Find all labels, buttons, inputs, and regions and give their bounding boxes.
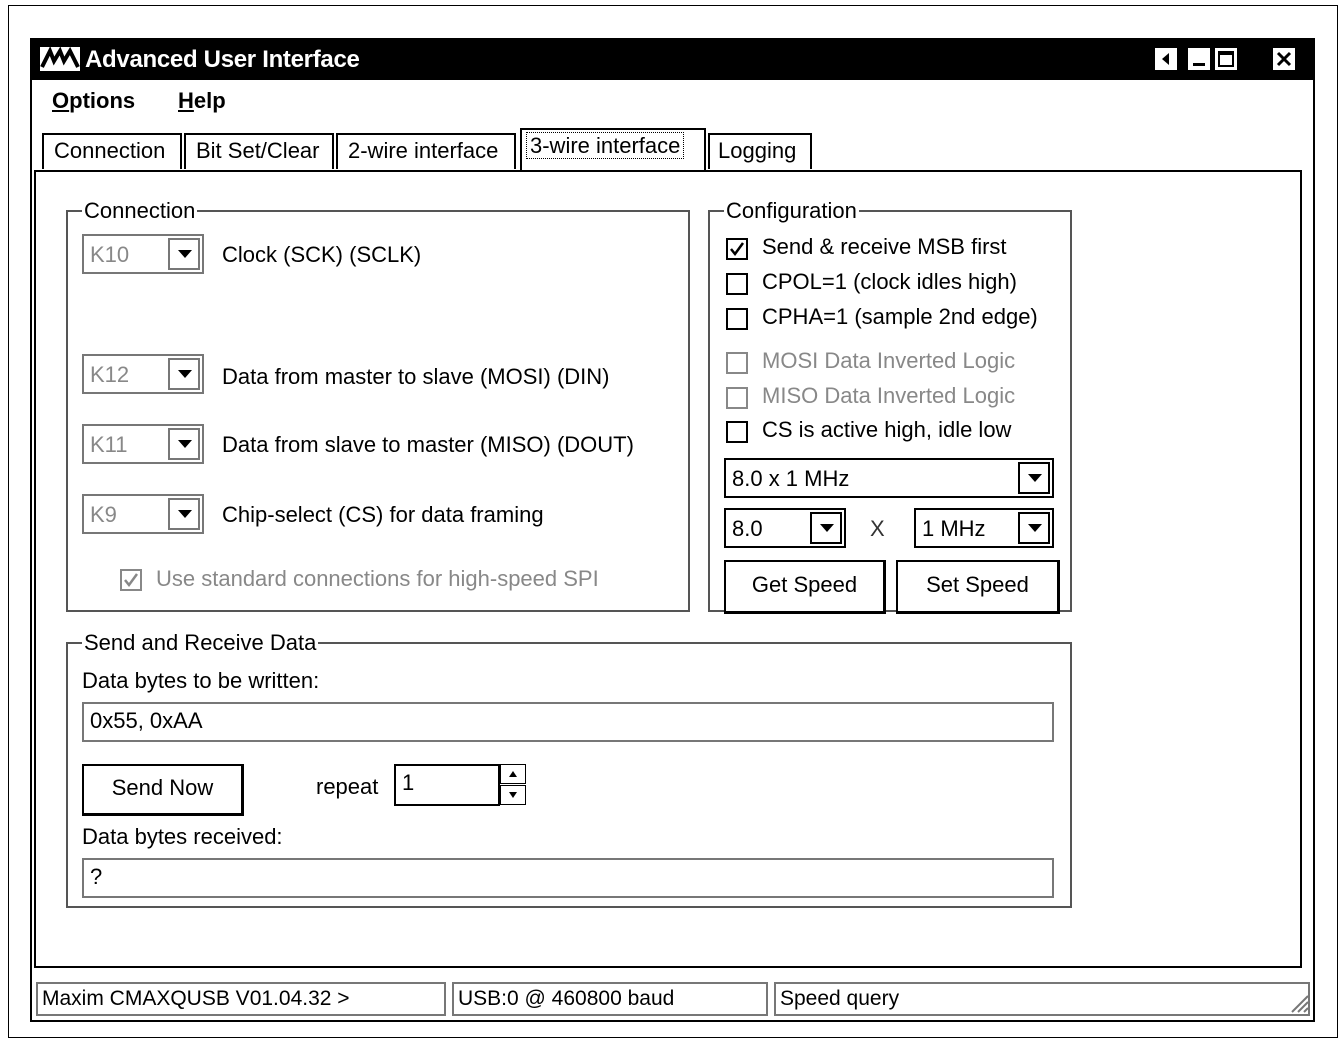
chevron-down-icon [1018, 462, 1050, 494]
send-now-button[interactable]: Send Now [82, 764, 244, 816]
cs-pin-value: K9 [90, 502, 117, 527]
resize-grip-icon[interactable] [1288, 992, 1310, 1014]
msb-first-checkbox[interactable] [726, 238, 748, 260]
menu-options-accel: O [52, 88, 70, 113]
minimize-button[interactable] [1187, 47, 1211, 71]
close-button[interactable] [1272, 47, 1296, 71]
chevron-down-icon [168, 498, 200, 530]
left-arrow-icon [1162, 53, 1169, 65]
chevron-down-icon [168, 428, 200, 460]
mosi-pin-value: K12 [90, 362, 130, 387]
send-receive-group: Send and Receive Data Data bytes to be w… [66, 630, 1072, 908]
multiplier-select[interactable]: 8.0 [724, 508, 846, 548]
tab-3-wire-interface[interactable]: 3-wire interface [520, 128, 706, 171]
clock-pin-select[interactable]: K10 [82, 234, 204, 274]
miso-inverted-checkbox[interactable] [726, 387, 748, 409]
minimize-icon [1193, 63, 1205, 66]
connection-group-title: Connection [82, 198, 198, 224]
mosi-inverted-label: MOSI Data Inverted Logic [762, 348, 1016, 373]
send-receive-group-title: Send and Receive Data [82, 630, 319, 656]
miso-pin-label: Data from slave to master (MISO) (DOUT) [222, 432, 634, 457]
mosi-inverted-checkbox[interactable] [726, 352, 748, 374]
cpha-checkbox[interactable] [726, 308, 748, 330]
get-speed-button[interactable]: Get Speed [724, 560, 886, 614]
base-frequency-value: 1 MHz [922, 516, 986, 541]
received-data-label: Data bytes received: [82, 824, 283, 849]
menu-help[interactable]: Help [178, 88, 226, 114]
menu-help-label: elp [193, 88, 226, 113]
multiplier-value: 8.0 [732, 516, 763, 541]
window-title: Advanced User Interface [85, 46, 360, 73]
status-port: USB:0 @ 460800 baud [452, 982, 768, 1016]
repeat-input[interactable]: 1 [394, 764, 500, 806]
cpol-checkbox[interactable] [726, 273, 748, 295]
menu-bar: Options Help [32, 82, 1313, 114]
standard-connections-label: Use standard connections for high-speed … [156, 566, 599, 591]
tab-label: Logging [718, 138, 797, 163]
miso-pin-value: K11 [90, 432, 128, 457]
close-icon [1276, 51, 1292, 67]
tab-logging[interactable]: Logging [708, 133, 812, 169]
standard-connections-checkbox[interactable] [120, 569, 142, 591]
restore-arrow-button[interactable] [1154, 47, 1178, 71]
repeat-label: repeat [316, 774, 379, 799]
mosi-pin-select[interactable]: K12 [82, 354, 204, 394]
chevron-down-icon [168, 238, 200, 270]
tab-bit-set-clear[interactable]: Bit Set/Clear [184, 133, 334, 169]
tab-label: Connection [54, 138, 166, 163]
maximize-icon [1218, 51, 1234, 67]
configuration-group-title: Configuration [724, 198, 859, 224]
tab-label: Bit Set/Clear [196, 138, 320, 163]
spin-up-icon [509, 771, 517, 777]
menu-options-label: ptions [69, 88, 136, 113]
tab-strip: Connection Bit Set/Clear 2-wire interfac… [32, 128, 1313, 172]
configuration-group: Configuration Send & receive MSB first C… [708, 198, 1072, 614]
speed-select[interactable]: 8.0 x 1 MHz [724, 458, 1054, 498]
cpha-label: CPHA=1 (sample 2nd edge) [762, 304, 1038, 329]
cs-pin-select[interactable]: K9 [82, 494, 204, 534]
miso-pin-select[interactable]: K11 [82, 424, 204, 464]
repeat-spinner [500, 764, 526, 806]
base-frequency-select[interactable]: 1 MHz [914, 508, 1054, 548]
tab-panel-3-wire: Connection K10 Clock (SCK) (SCLK) K12 Da… [34, 170, 1302, 968]
app-window: Advanced User Interface Options Help Con… [30, 38, 1315, 1022]
tab-label: 3-wire interface [526, 132, 685, 159]
miso-inverted-label: MISO Data Inverted Logic [762, 383, 1016, 408]
menu-options[interactable]: Options [52, 88, 135, 114]
cs-active-high-checkbox[interactable] [726, 421, 748, 443]
chevron-down-icon [168, 358, 200, 390]
msb-first-label: Send & receive MSB first [762, 234, 1007, 259]
maxim-logo-icon [40, 47, 80, 71]
tab-2-wire-interface[interactable]: 2-wire interface [336, 133, 516, 169]
clock-pin-value: K10 [90, 242, 130, 267]
spinner-down-button[interactable] [500, 785, 526, 805]
times-sign: X [870, 516, 885, 541]
received-data-output: ? [82, 858, 1054, 898]
checkmark-icon [124, 573, 139, 588]
speed-select-value: 8.0 x 1 MHz [732, 466, 850, 491]
checkmark-icon [730, 242, 745, 257]
chevron-down-icon [810, 512, 842, 544]
cs-pin-label: Chip-select (CS) for data framing [222, 502, 544, 527]
tab-label: 2-wire interface [348, 138, 499, 163]
status-message: Speed query [774, 982, 1310, 1016]
cpol-label: CPOL=1 (clock idles high) [762, 269, 1017, 294]
mosi-pin-label: Data from master to slave (MOSI) (DIN) [222, 364, 610, 389]
status-device: Maxim CMAXQUSB V01.04.32 > [36, 982, 446, 1016]
clock-pin-label: Clock (SCK) (SCLK) [222, 242, 422, 267]
status-bar: Maxim CMAXQUSB V01.04.32 > USB:0 @ 46080… [32, 978, 1313, 1020]
menu-help-accel: H [178, 88, 194, 113]
write-data-label: Data bytes to be written: [82, 668, 320, 693]
spin-down-icon [509, 792, 517, 798]
set-speed-button[interactable]: Set Speed [896, 560, 1060, 614]
title-bar: Advanced User Interface [32, 40, 1313, 80]
maximize-button[interactable] [1214, 47, 1238, 71]
chevron-down-icon [1018, 512, 1050, 544]
write-data-input[interactable]: 0x55, 0xAA [82, 702, 1054, 742]
cs-active-high-label: CS is active high, idle low [762, 417, 1012, 442]
connection-group: Connection K10 Clock (SCK) (SCLK) K12 Da… [66, 198, 690, 612]
spinner-up-button[interactable] [500, 764, 526, 784]
tab-connection[interactable]: Connection [42, 133, 182, 169]
